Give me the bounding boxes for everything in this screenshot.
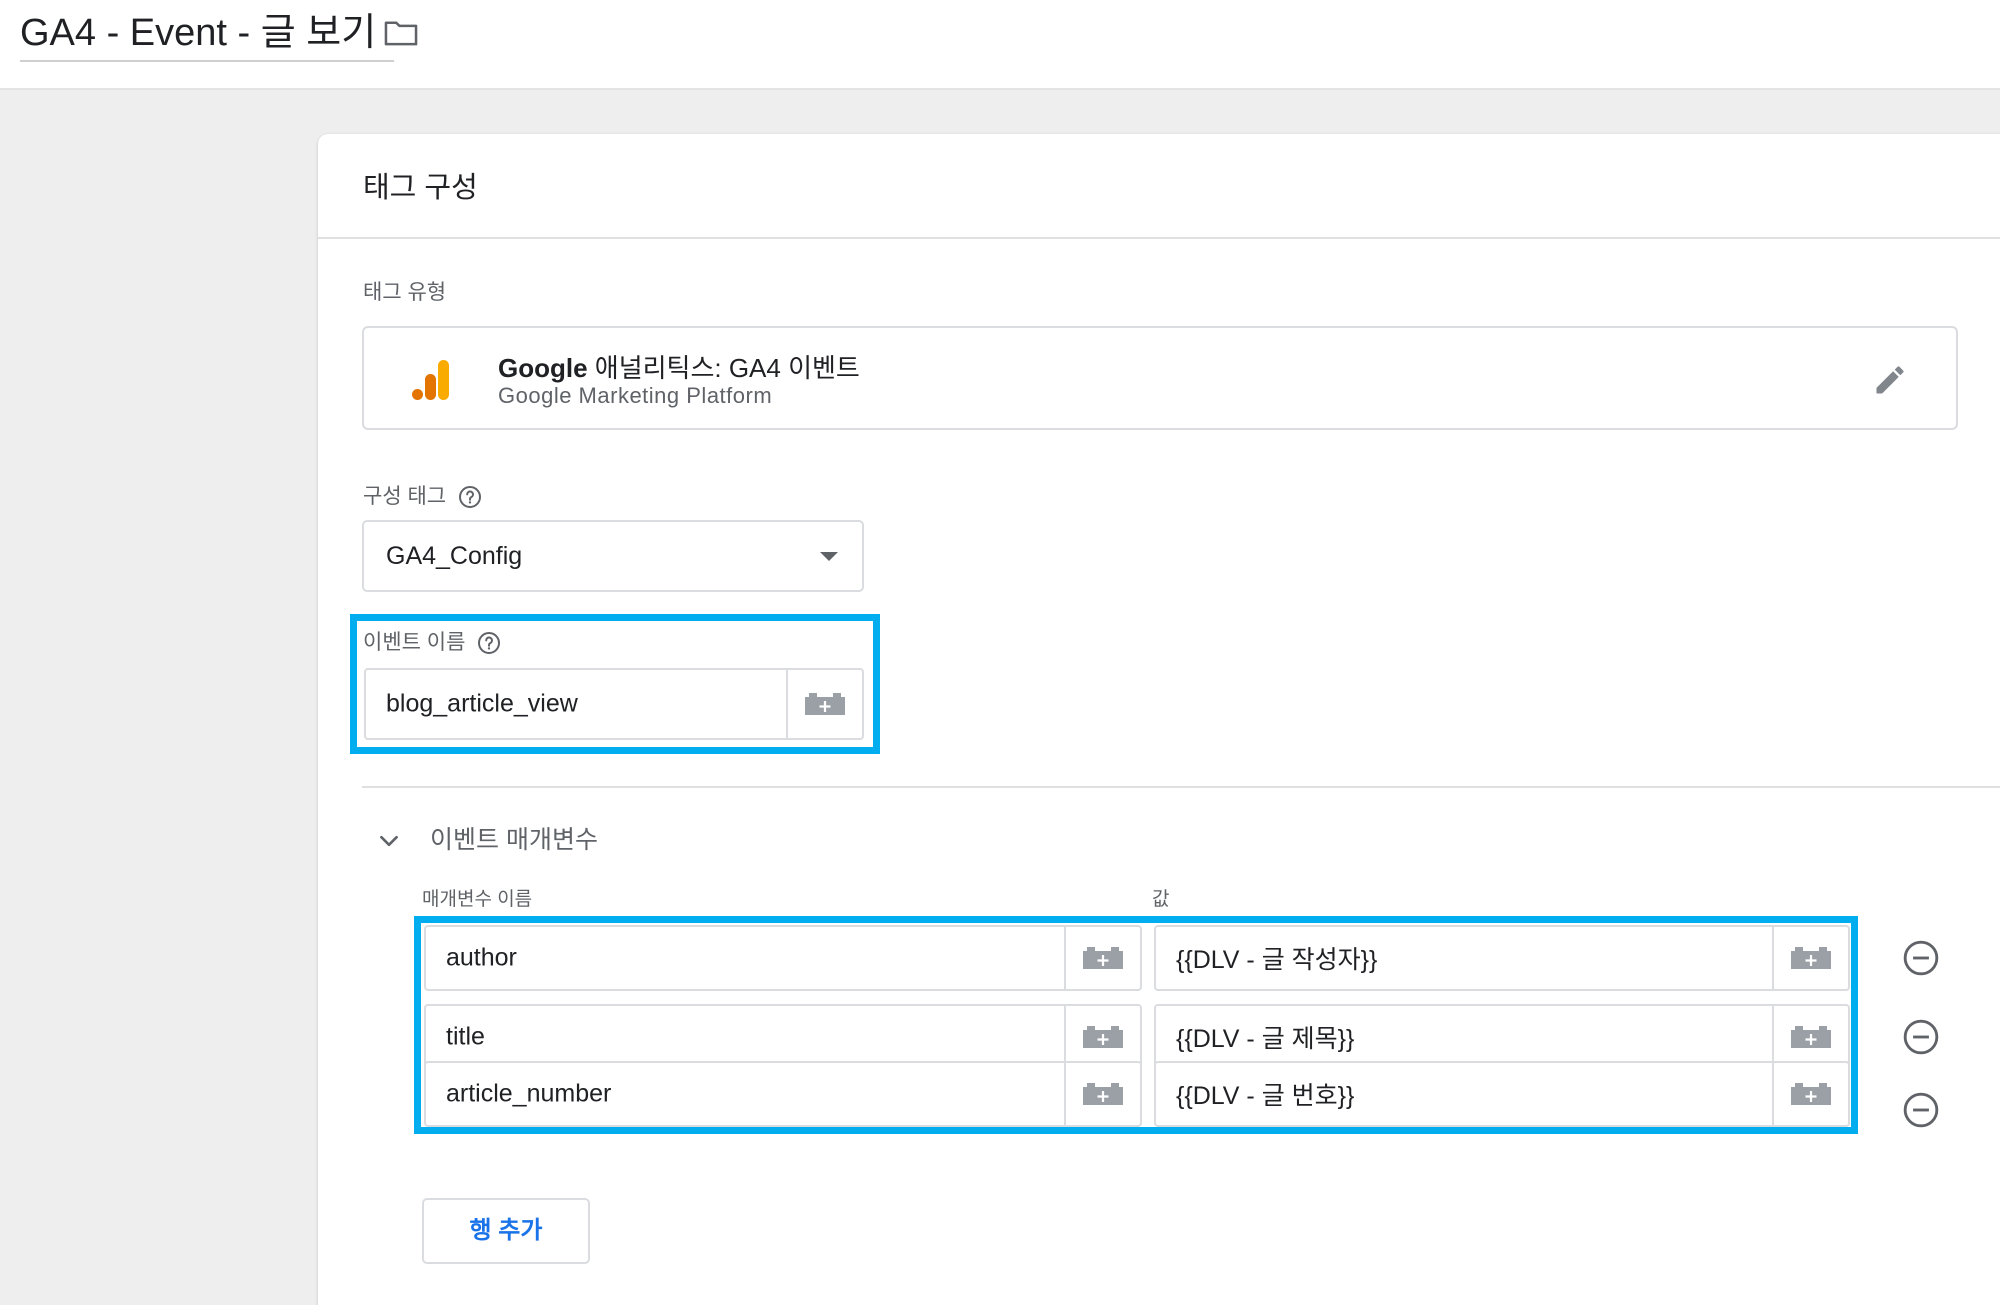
config-tag-value: GA4_Config — [386, 542, 523, 570]
insert-variable-button[interactable] — [1772, 1006, 1848, 1068]
tag-name-field[interactable]: GA4 - Event - 글 보기 — [20, 6, 395, 62]
variable-brick-icon — [1083, 947, 1123, 969]
config-tag-label: 구성 태그 — [363, 480, 482, 510]
tag-title: GA4 - Event - 글 보기 — [20, 12, 377, 54]
param-value-value: {{DLV - 글 제목}} — [1176, 1025, 1355, 1053]
top-bar: GA4 - Event - 글 보기 — [0, 0, 2000, 90]
folder-icon[interactable] — [382, 14, 420, 52]
param-value-value: {{DLV - 글 번호}} — [1176, 1082, 1355, 1110]
card-title: 태그 구성 — [363, 172, 478, 204]
remove-row-icon[interactable] — [1902, 939, 1940, 977]
help-icon[interactable] — [477, 631, 501, 655]
param-name-value: author — [446, 943, 517, 972]
param-value-input[interactable]: {{DLV - 글 번호}} — [1154, 1061, 1850, 1127]
param-name-input[interactable]: article_number — [424, 1061, 1142, 1127]
dropdown-arrow-icon — [820, 552, 838, 561]
param-value-value: {{DLV - 글 작성자}} — [1176, 946, 1378, 974]
event-params-title: 이벤트 매개변수 — [430, 826, 598, 854]
google-analytics-icon — [412, 360, 449, 400]
config-tag-select[interactable]: GA4_Config — [362, 520, 864, 592]
insert-variable-button[interactable] — [1772, 1063, 1848, 1125]
tag-type-name: Google 애널리틱스: GA4 이벤트 — [498, 353, 860, 383]
insert-variable-button[interactable] — [786, 670, 862, 738]
remove-row-icon[interactable] — [1902, 1091, 1940, 1129]
variable-brick-icon — [1791, 1083, 1831, 1105]
variable-brick-icon — [1083, 1026, 1123, 1048]
param-name-value: title — [446, 1022, 485, 1051]
pencil-icon[interactable] — [1872, 362, 1908, 398]
param-name-value: article_number — [446, 1079, 612, 1108]
param-value-input[interactable]: {{DLV - 글 작성자}} — [1154, 925, 1850, 991]
section-divider — [362, 786, 2000, 788]
tag-type-label: 태그 유형 — [363, 281, 447, 304]
insert-variable-button[interactable] — [1064, 1063, 1140, 1125]
insert-variable-button[interactable] — [1064, 927, 1140, 989]
param-name-column-header: 매개변수 이름 — [422, 889, 533, 910]
variable-brick-icon — [1791, 947, 1831, 969]
help-icon[interactable] — [458, 485, 482, 509]
card-header: 태그 구성 — [318, 134, 2000, 239]
param-name-input[interactable]: author — [424, 925, 1142, 991]
insert-variable-button[interactable] — [1064, 1006, 1140, 1068]
remove-row-icon[interactable] — [1902, 1018, 1940, 1056]
insert-variable-button[interactable] — [1772, 927, 1848, 989]
variable-brick-icon — [1791, 1026, 1831, 1048]
variable-brick-icon — [1083, 1083, 1123, 1105]
variable-brick-icon — [805, 693, 845, 715]
chevron-down-icon[interactable] — [376, 828, 402, 854]
tag-configuration-card: 태그 구성 태그 유형 Google 애널리틱스: GA4 이벤트 Google… — [318, 134, 2000, 1305]
event-name-value: blog_article_view — [386, 689, 578, 718]
param-value-column-header: 값 — [1152, 889, 1170, 910]
add-row-button[interactable]: 행 추가 — [422, 1198, 590, 1264]
event-name-input[interactable]: blog_article_view — [364, 668, 864, 740]
event-name-label: 이벤트 이름 — [363, 626, 501, 656]
tag-type-platform: Google Marketing Platform — [498, 383, 773, 408]
tag-type-selector[interactable]: Google 애널리틱스: GA4 이벤트 Google Marketing P… — [362, 326, 1958, 430]
